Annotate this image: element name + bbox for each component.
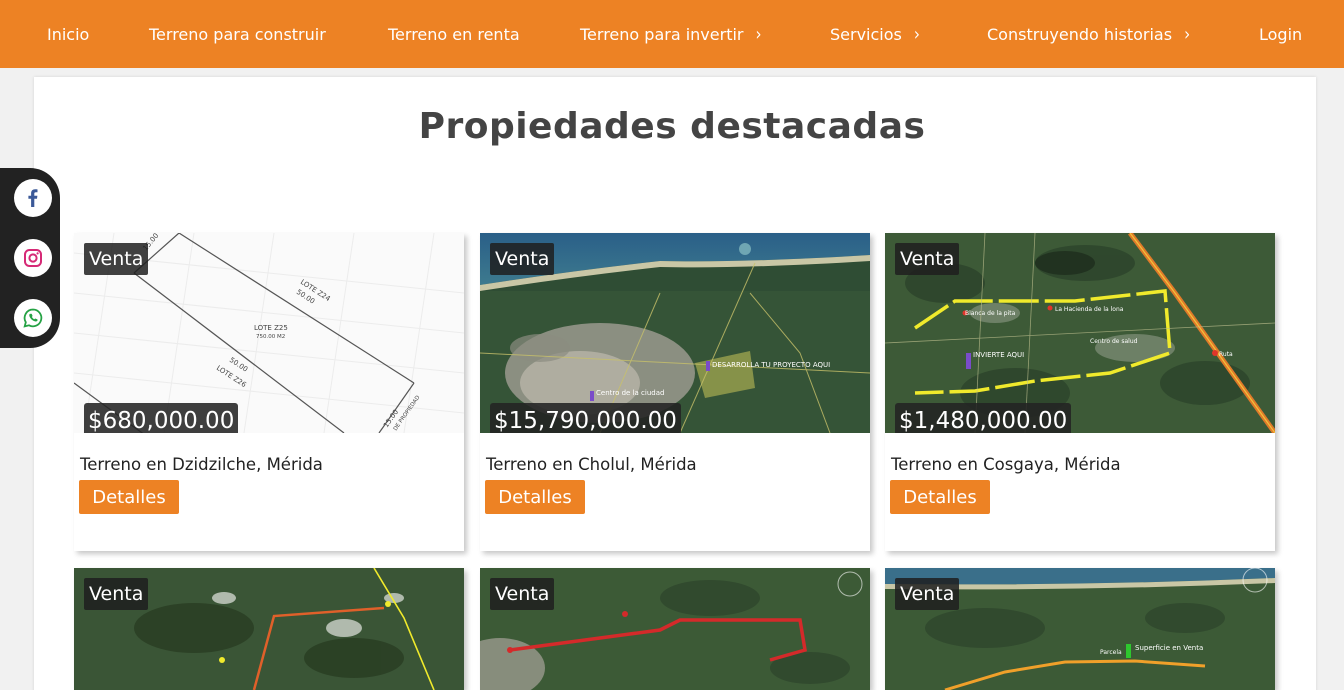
property-card: Venta [480, 568, 870, 690]
map-label: Parcela [1100, 649, 1122, 656]
chevron-right-icon: › [913, 23, 920, 45]
nav-terreno-construir-label: Terreno para construir [149, 24, 326, 44]
property-image[interactable]: Venta [480, 568, 870, 690]
nav-construyendo-historias-label: Construyendo historias [987, 24, 1173, 44]
map-label: Blanca de la pita [965, 310, 1016, 317]
whatsapp-button[interactable] [14, 299, 52, 337]
property-image[interactable]: Superficie en Venta Parcela Venta [885, 568, 1275, 690]
price-tag: $680,000.00 [84, 403, 239, 433]
property-card: Superficie en Venta Parcela Venta [885, 568, 1275, 690]
nav-terreno-renta[interactable]: Terreno en renta [388, 0, 520, 68]
nav-inicio-label: Inicio [47, 24, 90, 44]
whatsapp-icon [23, 308, 43, 328]
map-label: DESARROLLA TU PROYECTO AQUI [712, 361, 830, 369]
map-label: Centro de salud [1090, 338, 1138, 345]
chevron-right-icon: › [755, 23, 762, 45]
instagram-icon [24, 249, 42, 267]
map-label: Superficie en Venta [1135, 644, 1203, 652]
property-title[interactable]: Terreno en Cosgaya, Mérida [891, 455, 1121, 474]
plan-area-label: 750.00 M2 [256, 334, 285, 340]
chevron-right-icon: › [1184, 23, 1191, 45]
property-image[interactable]: Venta [74, 568, 464, 690]
details-button[interactable]: Detalles [79, 480, 179, 514]
nav-login[interactable]: Login [1259, 0, 1302, 68]
nav-servicios[interactable]: Servicios › [830, 0, 920, 68]
map-label: La Hacienda de la lona [1055, 306, 1124, 313]
section-title: Propiedades destacadas [418, 106, 926, 147]
property-card: INVIERTE AQUI Blanca de la pita La Hacie… [885, 233, 1275, 551]
property-image[interactable]: INVIERTE AQUI Blanca de la pita La Hacie… [885, 233, 1275, 433]
status-badge: Venta [490, 578, 555, 610]
property-card: LOTE Z25 750.00 M2 LOTE Z24 50.00 50.00 … [74, 233, 464, 551]
map-label: INVIERTE AQUI [973, 351, 1024, 359]
facebook-icon [28, 189, 38, 207]
status-badge: Venta [84, 243, 149, 275]
status-badge: Venta [895, 243, 960, 275]
price-tag: $1,480,000.00 [895, 403, 1072, 433]
nav-terreno-construir[interactable]: Terreno para construir [149, 0, 326, 68]
nav-terreno-invertir-label: Terreno para invertir [580, 24, 744, 44]
property-title[interactable]: Terreno en Cholul, Mérida [486, 455, 697, 474]
property-card: Venta [74, 568, 464, 690]
property-card: DESARROLLA TU PROYECTO AQUI Centro de la… [480, 233, 870, 551]
property-title[interactable]: Terreno en Dzidzilche, Mérida [80, 455, 323, 474]
details-button[interactable]: Detalles [485, 480, 585, 514]
details-button[interactable]: Detalles [890, 480, 990, 514]
property-image[interactable]: LOTE Z25 750.00 M2 LOTE Z24 50.00 50.00 … [74, 233, 464, 433]
nav-login-label: Login [1259, 24, 1303, 44]
nav-terreno-invertir[interactable]: Terreno para invertir › [580, 0, 761, 68]
price-tag: $15,790,000.00 [490, 403, 681, 433]
plan-lot-label: LOTE Z25 [254, 324, 288, 332]
facebook-button[interactable] [14, 179, 52, 217]
status-badge: Venta [895, 578, 960, 610]
social-sidebar [0, 168, 60, 348]
nav-terreno-renta-label: Terreno en renta [388, 24, 520, 44]
map-label: Ruta [1219, 351, 1233, 358]
property-image[interactable]: DESARROLLA TU PROYECTO AQUI Centro de la… [480, 233, 870, 433]
instagram-button[interactable] [14, 239, 52, 277]
nav-servicios-label: Servicios [830, 24, 902, 44]
nav-construyendo-historias[interactable]: Construyendo historias › [987, 0, 1190, 68]
status-badge: Venta [490, 243, 555, 275]
map-label: Centro de la ciudad [596, 389, 664, 397]
status-badge: Venta [84, 578, 149, 610]
top-navigation: Inicio Terreno para construir Terreno en… [0, 0, 1344, 68]
nav-inicio[interactable]: Inicio [47, 0, 89, 68]
